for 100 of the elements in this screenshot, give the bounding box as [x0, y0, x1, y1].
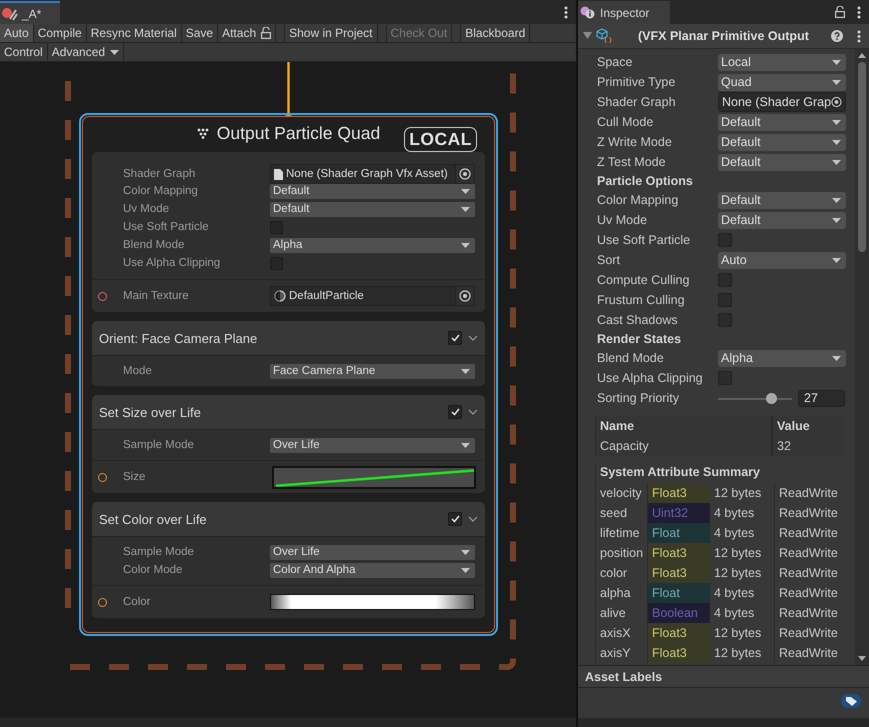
attribute-access: ReadWrite: [774, 563, 845, 583]
dropdown[interactable]: Local: [718, 54, 846, 70]
attribute-size: 4 bytes: [713, 525, 756, 542]
dropdown[interactable]: Quad: [718, 74, 846, 90]
chevron-icon[interactable]: [468, 335, 478, 341]
curve-field[interactable]: [272, 466, 476, 488]
port-label: Size: [123, 471, 146, 483]
more-options-icon[interactable]: [857, 6, 861, 18]
port-connector[interactable]: [98, 472, 107, 482]
dropdown-arrow-icon: [461, 242, 470, 248]
setting-label: Shader Graph: [123, 168, 196, 180]
dropdown-arrow-icon: [832, 160, 841, 164]
slider-thumb[interactable]: [766, 392, 778, 404]
dropdown-arrow-icon: [461, 568, 470, 572]
column-header: Value: [771, 416, 844, 436]
dropdown[interactable]: Default: [718, 134, 846, 150]
dropdown[interactable]: Color And Alpha: [270, 562, 475, 578]
attribute-type: Float3: [647, 483, 710, 503]
attribute-type: Uint32: [647, 503, 710, 523]
dropdown[interactable]: Default: [718, 154, 846, 170]
dropdown-arrow-icon: [461, 442, 470, 448]
dropdown[interactable]: Over Life: [270, 544, 475, 560]
dropdown[interactable]: Default: [718, 212, 846, 228]
tag-button[interactable]: [841, 694, 861, 708]
toolbar-button[interactable]: Blackboard: [460, 24, 530, 42]
graph-tab[interactable]: _A*: [0, 1, 60, 24]
table-cell: Capacity: [595, 436, 771, 456]
property-label: Shader Graph: [597, 95, 677, 109]
property-label: Blend Mode: [597, 351, 665, 365]
attribute-name: lifetime: [599, 525, 641, 542]
property-label: Cast Shadows: [597, 313, 679, 327]
setting-label: Use Alpha Clipping: [123, 257, 222, 269]
property-label: Z Write Mode: [597, 135, 673, 149]
chevron-icon[interactable]: [468, 409, 478, 415]
object-picker-icon[interactable]: [831, 96, 842, 108]
setting-label: Uv Mode: [123, 203, 170, 215]
document-icon: [274, 168, 283, 180]
lock-icon[interactable]: [261, 27, 272, 39]
scroll-up-icon[interactable]: [858, 53, 866, 58]
dropdown-arrow-icon: [832, 356, 841, 360]
section-header: Asset Labels: [578, 666, 869, 688]
dropdown[interactable]: Alpha: [718, 350, 846, 366]
attribute-name: axisY: [599, 645, 632, 662]
dropdown[interactable]: Default: [718, 114, 846, 130]
lock-icon[interactable]: [835, 6, 845, 18]
attribute-name: alive: [599, 605, 627, 622]
component-title: (VFX Planar Primitive Output: [637, 29, 810, 43]
attribute-size: 4 bytes: [713, 505, 756, 522]
dropdown[interactable]: Alpha: [270, 238, 475, 252]
more-options-icon[interactable]: [857, 30, 861, 42]
port-connector[interactable]: [98, 292, 107, 300]
dropdown[interactable]: Face Camera Plane: [270, 364, 475, 378]
dropdown-arrow-icon: [461, 188, 470, 194]
property-label: Primitive Type: [597, 75, 676, 89]
gradient-field[interactable]: [270, 594, 475, 610]
property-label: Cull Mode: [597, 115, 654, 129]
table-cell: 32: [771, 436, 844, 456]
attribute-name: seed: [599, 505, 628, 522]
more-options-icon[interactable]: [564, 6, 568, 18]
dropdown[interactable]: Auto: [718, 252, 846, 268]
object-field[interactable]: None (Shader Grap: [718, 92, 846, 112]
attribute-type: Float: [647, 523, 710, 543]
scroll-down-icon[interactable]: [858, 656, 866, 661]
setting-label: Blend Mode: [123, 239, 186, 251]
object-field[interactable]: None (Shader Graph Vfx Asset): [270, 164, 475, 184]
foldout-arrow-icon[interactable]: [583, 32, 592, 40]
chevron-icon[interactable]: [468, 516, 478, 522]
dropdown[interactable]: Default: [718, 192, 846, 208]
enable-checkbox[interactable]: [448, 512, 462, 526]
block-title: Set Color over Life: [99, 512, 208, 526]
texture-field[interactable]: DefaultParticle: [270, 286, 475, 306]
enable-checkbox[interactable]: [448, 331, 462, 345]
attribute-size: 12 bytes: [713, 565, 762, 582]
dropdown[interactable]: Default: [270, 184, 475, 198]
attribute-type: Float3: [647, 643, 710, 663]
object-picker-icon[interactable]: [459, 290, 471, 302]
setting-label: Color Mapping: [123, 185, 199, 197]
toolbar-button[interactable]: Show in Project: [284, 24, 378, 42]
attribute-access: ReadWrite: [774, 543, 845, 563]
property-label: Compute Culling: [597, 273, 690, 287]
attribute-access: ReadWrite: [774, 503, 845, 523]
dropdown-arrow-icon: [832, 120, 841, 124]
dropdown[interactable]: Default: [270, 202, 475, 216]
scrollbar[interactable]: [855, 49, 869, 665]
checkmark-icon: [450, 408, 460, 416]
dropdown[interactable]: Over Life: [270, 438, 475, 452]
attribute-size: 12 bytes: [713, 485, 762, 502]
toolbar-button[interactable]: Auto: [0, 24, 34, 42]
tab-title: _A*: [22, 6, 42, 20]
inspector-tab[interactable]: Inspector: [578, 1, 670, 24]
output-node[interactable]: [79, 113, 498, 636]
enable-checkbox[interactable]: [448, 405, 462, 419]
help-icon[interactable]: [831, 30, 843, 42]
port-connector[interactable]: [98, 598, 107, 606]
scroll-thumb[interactable]: [858, 62, 866, 252]
attribute-size: 12 bytes: [713, 545, 762, 562]
port-label: Color: [123, 596, 152, 608]
info-icon: [580, 6, 596, 20]
object-picker-icon[interactable]: [459, 168, 471, 180]
number-field[interactable]: 27: [798, 390, 845, 406]
